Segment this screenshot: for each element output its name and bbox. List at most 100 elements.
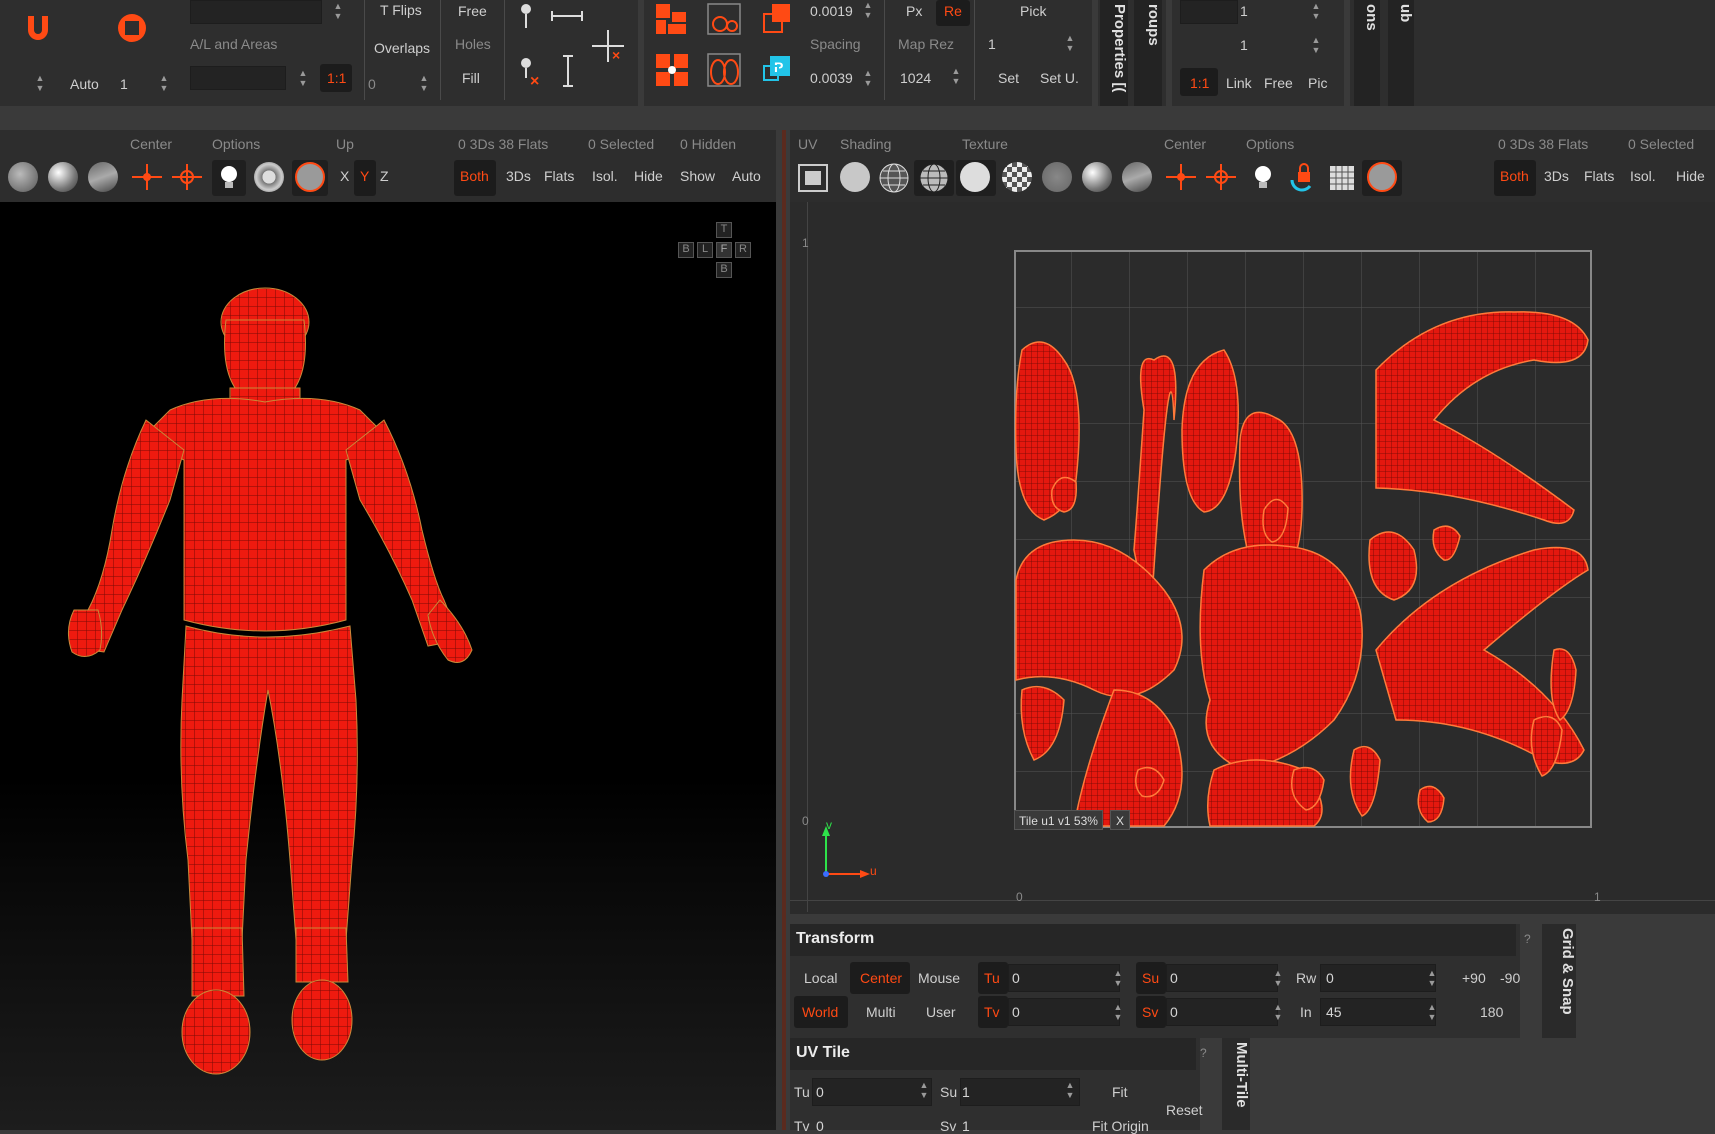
nav-cube[interactable]: T B L F R B [678, 222, 758, 282]
axis-z-button[interactable]: Z [380, 168, 389, 184]
flat-shading-icon[interactable] [840, 162, 870, 192]
stepper-icon[interactable]: ▲ ▼ [918, 1080, 930, 1102]
stepper-icon[interactable]: ▲ ▼ [297, 68, 309, 90]
uv-center-selection-icon[interactable] [1164, 162, 1198, 192]
pick-value[interactable]: 1 [988, 36, 996, 52]
texture-plain-icon[interactable] [960, 162, 990, 192]
link-value-1[interactable]: 1 [1240, 3, 1248, 19]
spacing-value-2[interactable]: 0.0039 [810, 70, 853, 86]
measure-horizontal-icon[interactable] [550, 8, 584, 24]
px-button[interactable]: Px [906, 3, 922, 19]
link-value-2[interactable]: 1 [1240, 37, 1248, 53]
top-field-1[interactable] [190, 0, 322, 24]
multi-tile-tab[interactable]: Multi-Tile [1222, 1038, 1250, 1130]
stepper-icon[interactable]: ▲ ▼ [862, 0, 874, 22]
fit-button[interactable]: Fit [1112, 1084, 1128, 1100]
map-rez-value[interactable]: 1024 [900, 70, 931, 86]
options-tab[interactable]: ons [1354, 0, 1380, 106]
auto-value[interactable]: 1 [120, 76, 128, 92]
stepper-icon[interactable]: ▲ ▼ [1426, 1002, 1438, 1024]
zero-value[interactable]: 0 [368, 76, 376, 92]
stepper-icon[interactable]: ▲ ▼ [1272, 1002, 1284, 1024]
sv-field[interactable] [1166, 998, 1278, 1026]
axis-y-button[interactable]: Y [360, 168, 369, 184]
grid-snap-tab[interactable]: Grid & Snap [1542, 924, 1576, 1038]
fill-button[interactable]: Fill [462, 70, 480, 86]
rw-field[interactable] [1320, 964, 1436, 992]
wire-sphere-icon[interactable] [878, 162, 910, 194]
uv-grid-icon[interactable] [1328, 164, 1356, 192]
move-cross-icon[interactable]: × [590, 28, 626, 64]
pin-icon[interactable] [516, 2, 536, 30]
center-target-icon[interactable] [170, 162, 204, 192]
multi-button[interactable]: Multi [866, 1004, 896, 1020]
uv-background-sphere-icon[interactable] [1367, 162, 1397, 192]
uv-flats-filter-button[interactable]: Flats [1584, 168, 1614, 184]
center-selection-icon[interactable] [130, 162, 164, 192]
stepper-icon[interactable]: ▲ ▼ [1310, 35, 1322, 57]
top-field-2[interactable] [190, 66, 286, 90]
checker-icon[interactable] [1002, 162, 1032, 192]
uv-3ds-filter-button[interactable]: 3Ds [1544, 168, 1569, 184]
stepper-icon[interactable]: ▲ ▼ [158, 73, 170, 95]
uv-tile-sv-value[interactable]: 1 [962, 1118, 970, 1134]
nav-cube-left[interactable]: L [697, 242, 713, 258]
measure-vertical-icon[interactable] [560, 54, 576, 88]
transform-help[interactable]: ? [1524, 932, 1531, 946]
stepper-icon[interactable]: ▲ ▼ [1426, 968, 1438, 990]
background-sphere-icon[interactable] [295, 162, 325, 192]
t-flips-button[interactable]: T Flips [380, 2, 422, 18]
pack-islands-icon[interactable] [706, 2, 742, 36]
both-filter-button[interactable]: Both [460, 168, 489, 184]
texture-terrain-icon[interactable] [1122, 162, 1152, 192]
hide-button[interactable]: Hide [634, 168, 663, 184]
holes-button[interactable]: Holes [455, 36, 491, 52]
pick-button[interactable]: Pick [1020, 3, 1046, 19]
pic-button[interactable]: Pic [1308, 75, 1327, 91]
local-button[interactable]: Local [804, 970, 837, 986]
frame-all-icon[interactable] [796, 162, 830, 194]
stepper-icon[interactable]: ▲ ▼ [1064, 33, 1076, 55]
character-mesh[interactable] [60, 280, 500, 1090]
uv-center-target-icon[interactable] [1204, 162, 1238, 192]
uv-tile-tv-value[interactable]: 0 [816, 1118, 824, 1134]
unpin-icon[interactable]: × [516, 56, 546, 88]
pack-icon[interactable] [654, 2, 690, 36]
stepper-icon[interactable]: ▲ ▼ [950, 66, 962, 88]
free-button[interactable]: Free [458, 3, 487, 19]
free-link-button[interactable]: Free [1264, 75, 1293, 91]
u-tool-icon[interactable] [22, 12, 54, 44]
tu-field[interactable] [1008, 964, 1120, 992]
stepper-icon[interactable]: ▲ ▼ [418, 73, 430, 95]
light-bulb-icon[interactable] [218, 164, 240, 192]
isol-button[interactable]: Isol. [592, 168, 618, 184]
stepper-icon[interactable]: ▲ ▼ [34, 73, 46, 95]
pin-tile-icon[interactable]: P [760, 52, 794, 86]
uv-hide-button[interactable]: Hide [1676, 168, 1705, 184]
lock-rotate-icon[interactable] [1286, 162, 1318, 194]
grid-sphere-icon[interactable] [918, 162, 950, 194]
nav-cube-right[interactable]: R [735, 242, 751, 258]
stepper-icon[interactable]: ▲ ▼ [1112, 968, 1124, 990]
stepper-icon[interactable]: ▲ ▼ [332, 1, 344, 23]
ring-sphere-icon[interactable] [254, 162, 284, 192]
nav-cube-back[interactable]: B [678, 242, 694, 258]
uv-tile-help[interactable]: ? [1200, 1046, 1207, 1060]
tv-field[interactable] [1008, 998, 1120, 1026]
rotate-180-button[interactable]: 180 [1480, 1004, 1503, 1020]
stepper-icon[interactable]: ▲ ▼ [1064, 1080, 1076, 1102]
shaded-sphere-icon[interactable] [8, 162, 38, 192]
flats-filter-button[interactable]: Flats [544, 168, 574, 184]
properties-tab[interactable]: Properties [( [1100, 0, 1128, 106]
link-field-empty[interactable] [1180, 0, 1238, 24]
spacing-value-1[interactable]: 0.0019 [810, 3, 853, 19]
uv-tile-tu-field[interactable] [812, 1078, 932, 1106]
nav-cube-bottom[interactable]: B [716, 262, 732, 278]
texture-lit-icon[interactable] [1082, 162, 1112, 192]
uv-tile[interactable] [1014, 250, 1594, 830]
rotate-minus-90-button[interactable]: -90 [1500, 970, 1520, 986]
stepper-icon[interactable]: ▲ ▼ [1310, 1, 1322, 23]
mouse-button[interactable]: Mouse [918, 970, 960, 986]
nav-cube-front[interactable]: F [716, 242, 732, 258]
pack-islands-fill-icon[interactable] [706, 52, 742, 88]
